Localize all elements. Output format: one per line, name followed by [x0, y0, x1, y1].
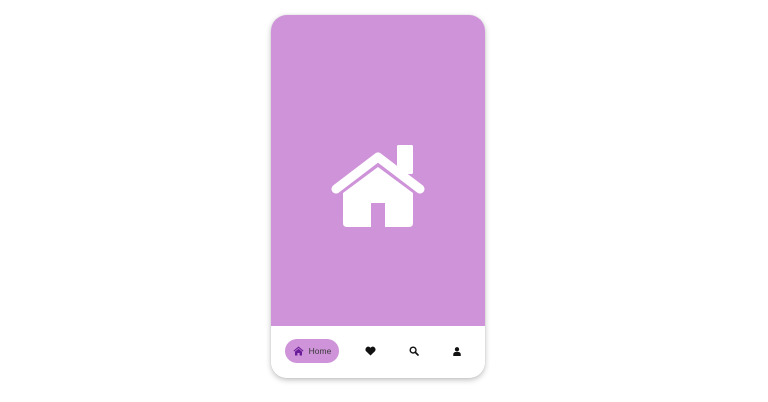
- home-icon: [331, 145, 425, 227]
- nav-home-label: Home: [308, 345, 332, 356]
- nav-favorites-button[interactable]: [361, 339, 379, 363]
- page: Home: [0, 0, 768, 402]
- nav-search-button[interactable]: [405, 339, 423, 363]
- home-icon: [293, 346, 304, 356]
- heart-icon: [364, 346, 376, 356]
- user-icon: [453, 346, 461, 356]
- nav-home-button[interactable]: Home: [285, 339, 339, 363]
- search-icon: [409, 346, 419, 356]
- bottom-navbar: Home: [271, 326, 485, 378]
- nav-profile-button[interactable]: [448, 339, 466, 363]
- phone-frame: Home: [271, 15, 485, 378]
- content-screen: [271, 15, 485, 326]
